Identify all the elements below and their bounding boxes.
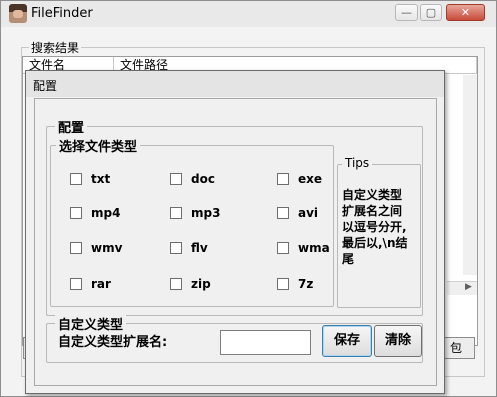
- checkbox-exe[interactable]: exe: [277, 172, 322, 186]
- checkbox-flv[interactable]: flv: [170, 241, 208, 255]
- dialog-title-bar[interactable]: 配置: [26, 71, 444, 97]
- minimize-button[interactable]: —: [395, 4, 418, 21]
- checkbox-box[interactable]: [70, 173, 82, 185]
- checkbox-label: doc: [191, 172, 215, 186]
- tips-label: Tips: [342, 156, 373, 170]
- checkbox-box[interactable]: [277, 173, 289, 185]
- results-horizontal-scrollbar[interactable]: [447, 281, 477, 295]
- checkbox-label: 7z: [298, 277, 314, 291]
- checkbox-box[interactable]: [170, 173, 182, 185]
- checkbox-label: wmv: [91, 241, 123, 255]
- checkbox-box[interactable]: [277, 278, 289, 290]
- close-button[interactable]: ✕: [446, 4, 485, 21]
- checkbox-label: zip: [191, 277, 211, 291]
- checkbox-doc[interactable]: doc: [170, 172, 215, 186]
- maximize-button[interactable]: ▢: [420, 4, 442, 21]
- checkbox-label: exe: [298, 172, 323, 186]
- checkbox-label: rar: [91, 277, 111, 291]
- dialog-title: 配置: [33, 79, 58, 93]
- checkbox-wma[interactable]: wma: [277, 241, 330, 255]
- main-window-title: FileFinder: [31, 6, 93, 21]
- checkbox-box[interactable]: [70, 242, 82, 254]
- checkbox-rar[interactable]: rar: [70, 277, 111, 291]
- checkbox-label: wma: [298, 241, 330, 255]
- checkbox-label: mp3: [191, 206, 221, 220]
- checkbox-box[interactable]: [170, 242, 182, 254]
- clear-button[interactable]: 清除: [374, 325, 422, 357]
- tips-text: 自定义类型扩展名之间以逗号分开,最后以,\n结尾: [342, 188, 408, 266]
- checkbox-box[interactable]: [170, 278, 182, 290]
- checkbox-mp4[interactable]: mp4: [70, 206, 120, 220]
- checkbox-box[interactable]: [277, 207, 289, 219]
- checkbox-label: avi: [298, 206, 319, 220]
- config-group-label: 配置: [55, 117, 88, 136]
- checkbox-box[interactable]: [70, 207, 82, 219]
- custom-ext-label: 自定义类型扩展名:: [58, 335, 168, 350]
- checkbox-box[interactable]: [170, 207, 182, 219]
- app-avatar-icon: [9, 4, 27, 23]
- checkbox-txt[interactable]: txt: [70, 172, 110, 186]
- checkbox-7z[interactable]: 7z: [277, 277, 313, 291]
- checkbox-wmv[interactable]: wmv: [70, 241, 122, 255]
- custom-ext-input[interactable]: [220, 330, 311, 355]
- checkbox-label: mp4: [91, 206, 121, 220]
- checkbox-box[interactable]: [70, 278, 82, 290]
- checkbox-avi[interactable]: avi: [277, 206, 318, 220]
- checkbox-zip[interactable]: zip: [170, 277, 211, 291]
- checkbox-label: flv: [191, 241, 208, 255]
- save-button[interactable]: 保存: [322, 325, 372, 357]
- checkbox-label: txt: [91, 172, 111, 186]
- results-vertical-scrollbar[interactable]: [463, 75, 477, 275]
- file-types-label: 选择文件类型: [56, 136, 141, 155]
- checkbox-box[interactable]: [277, 242, 289, 254]
- checkbox-mp3[interactable]: mp3: [170, 206, 220, 220]
- scroll-right-arrow-icon[interactable]: ▶: [465, 282, 472, 292]
- results-group-label: 搜索结果: [29, 39, 82, 56]
- main-title-bar[interactable]: FileFinder — ▢ ✕: [1, 1, 496, 27]
